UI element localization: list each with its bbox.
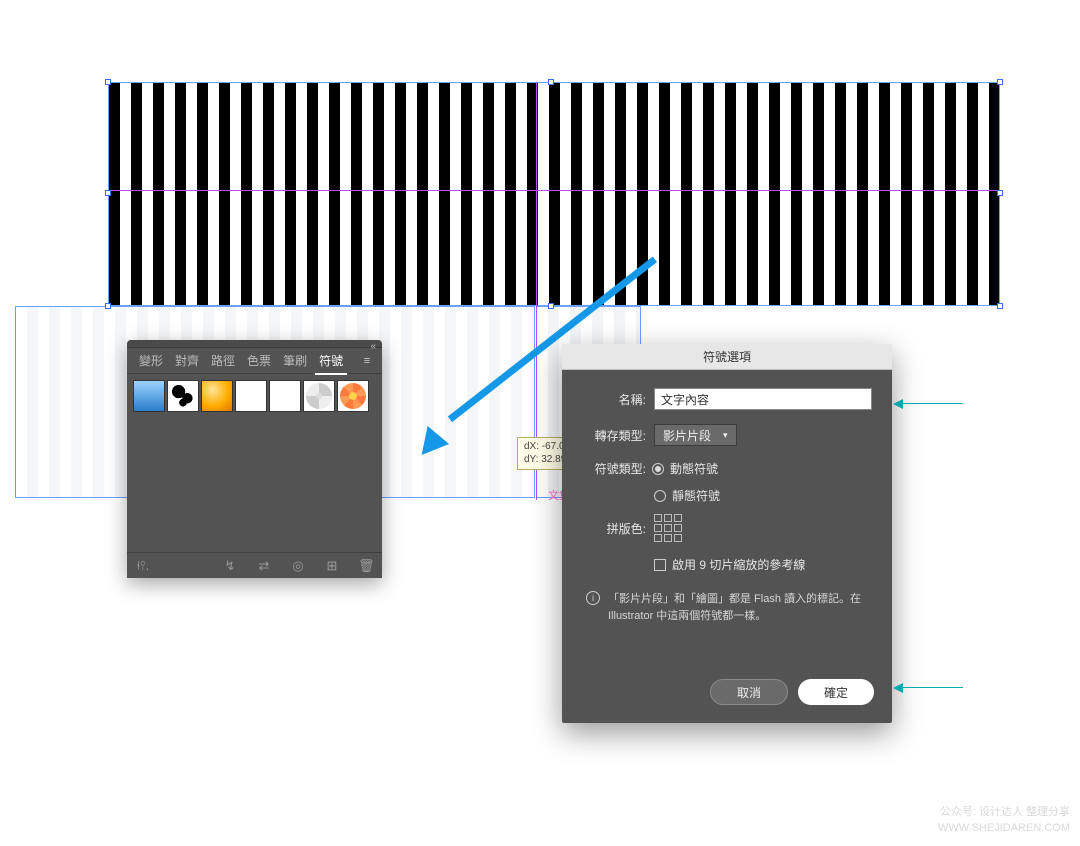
name-label: 名稱: [582, 391, 646, 408]
symbol-options-icon[interactable]: ◎ [290, 558, 306, 574]
panel-footer: ⫮⫯. ↯ ⇄ ◎ ⊞ 🗑 [127, 552, 382, 578]
break-link-icon[interactable]: ↯ [222, 558, 238, 574]
callout-arrow-ok [903, 687, 963, 688]
delete-symbol-icon[interactable]: 🗑 [358, 558, 374, 574]
selection-handle[interactable] [105, 303, 111, 309]
symbol-swatch[interactable] [269, 380, 301, 412]
watermark: 公众号: 设计达人 整理分享 WWW.SHEJIDAREN.COM [938, 805, 1070, 836]
symbol-swatch[interactable] [235, 380, 267, 412]
symbol-swatch[interactable] [201, 380, 233, 412]
symbol-type-label: 符號類型: [582, 460, 646, 477]
pattern-dark-block[interactable] [108, 82, 1000, 306]
selection-handle[interactable] [997, 79, 1003, 85]
selection-handle[interactable] [105, 79, 111, 85]
export-type-dropdown[interactable]: 影片片段 ▾ [654, 424, 737, 446]
selection-handle[interactable] [548, 79, 554, 85]
symbol-library-icon[interactable]: ⫮⫯. [135, 558, 151, 574]
watermark-line1: 公众号: 设计达人 整理分享 [938, 805, 1070, 820]
radio-static[interactable] [654, 490, 666, 502]
tab-brushes[interactable]: 筆刷 [277, 348, 313, 374]
info-icon: i [586, 591, 600, 605]
place-instance-icon[interactable]: ⇄ [256, 558, 272, 574]
symbol-swatch[interactable] [337, 380, 369, 412]
tab-transform[interactable]: 變形 [133, 348, 169, 374]
selection-handle[interactable] [997, 190, 1003, 196]
cancel-button[interactable]: 取消 [710, 679, 788, 705]
radio-dynamic-label: 動態符號 [670, 460, 718, 477]
panel-collapse-icon[interactable]: « [370, 341, 376, 352]
tab-align[interactable]: 對齊 [169, 348, 205, 374]
radio-static-label: 靜態符號 [672, 487, 720, 504]
nine-slice-label: 啟用 9 切片縮放的參考線 [672, 556, 805, 573]
registration-label: 拼版色: [582, 520, 646, 537]
selection-handle[interactable] [997, 303, 1003, 309]
chevron-down-icon: ▾ [723, 430, 728, 441]
radio-dynamic[interactable] [652, 463, 664, 475]
registration-grid[interactable] [654, 514, 682, 542]
nine-slice-checkbox[interactable] [654, 559, 666, 571]
selection-handle[interactable] [548, 303, 554, 309]
export-type-value: 影片片段 [663, 427, 711, 444]
symbol-swatch[interactable] [167, 380, 199, 412]
name-input[interactable] [654, 388, 872, 410]
new-symbol-icon[interactable]: ⊞ [324, 558, 340, 574]
guide-horizontal [108, 190, 1000, 191]
symbol-swatch-row [127, 374, 382, 418]
callout-arrow-name [903, 403, 963, 404]
tab-pathfinder[interactable]: 路徑 [205, 348, 241, 374]
symbol-swatch[interactable] [133, 380, 165, 412]
ok-button[interactable]: 確定 [798, 679, 874, 705]
selection-handle[interactable] [105, 190, 111, 196]
symbol-options-dialog[interactable]: 符號選項 名稱: 轉存類型: 影片片段 ▾ 符號類型: 動態符號 靜態符號 拼版… [562, 344, 892, 723]
symbol-swatch[interactable] [303, 380, 335, 412]
panel-menu-icon[interactable]: ≡ [358, 355, 376, 367]
panel-tabs: 變形 對齊 路徑 色票 筆刷 符號 ≡ [127, 348, 382, 374]
export-type-label: 轉存類型: [582, 427, 646, 444]
watermark-line2: WWW.SHEJIDAREN.COM [938, 821, 1070, 836]
dialog-title: 符號選項 [562, 344, 892, 370]
info-text: 「影片片段」和「繪圖」都是 Flash 讀入的標記。在 Illustrator … [608, 591, 868, 624]
tab-swatches[interactable]: 色票 [241, 348, 277, 374]
symbols-panel[interactable]: « 變形 對齊 路徑 色票 筆刷 符號 ≡ ⫮⫯. ↯ ⇄ ◎ ⊞ 🗑 [127, 340, 382, 578]
tab-symbols[interactable]: 符號 [313, 348, 349, 374]
